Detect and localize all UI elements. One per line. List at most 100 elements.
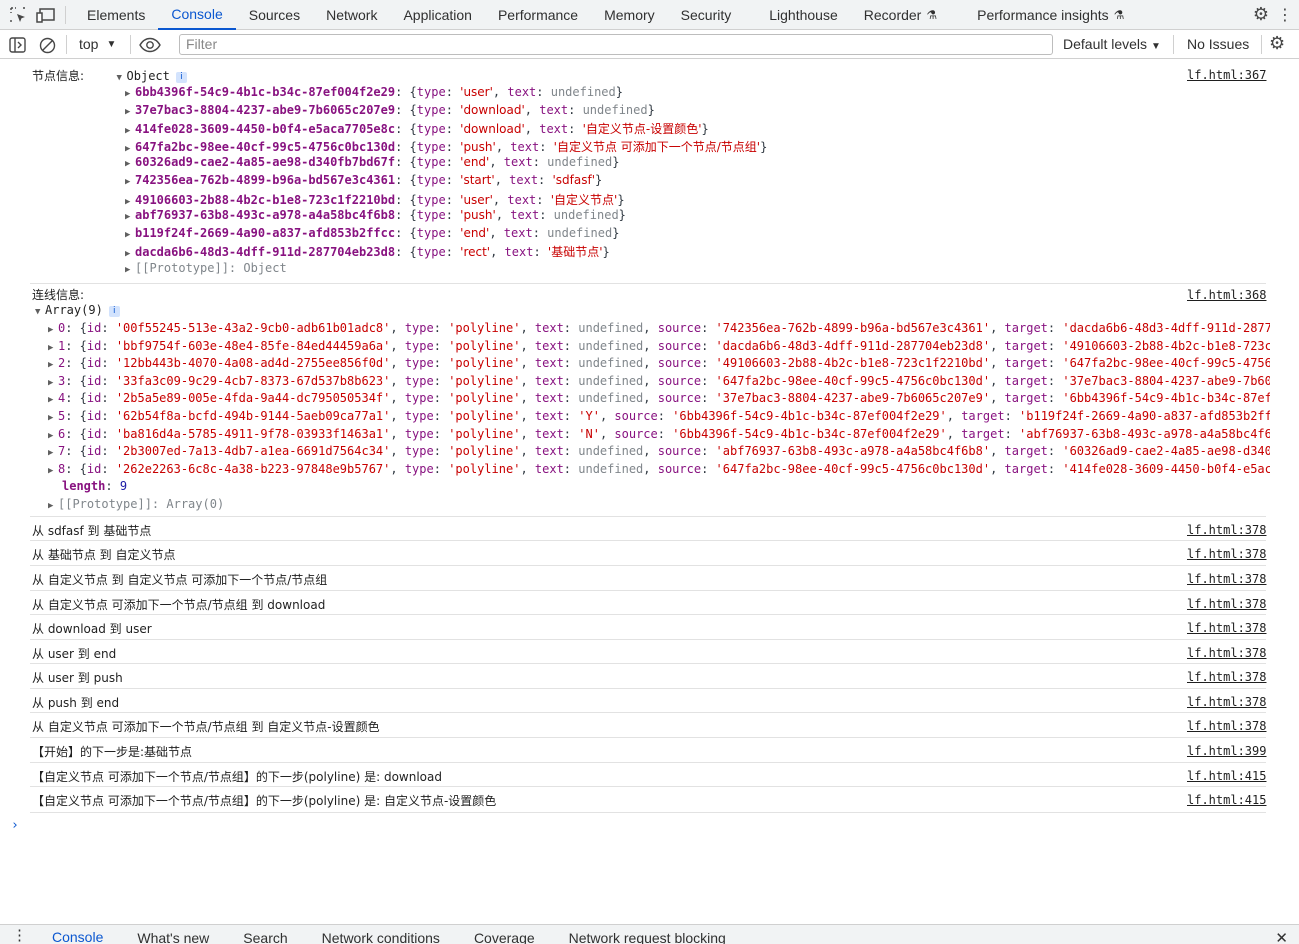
log-levels-dropdown[interactable]: Default levels ▼	[1063, 36, 1161, 52]
node-row[interactable]: ▶ 37e7bac3-8804-4237-abe9-7b6065c207e9: {…	[125, 103, 655, 121]
node-row[interactable]: ▶ abf76937-63b8-493c-a978-a4a58bc4f6b8: {…	[125, 208, 626, 226]
node-row[interactable]: ▶ 6bb4396f-54c9-4b1c-b34c-87ef004f2e29: {…	[125, 85, 623, 103]
more-options-icon[interactable]: ⋮	[1277, 5, 1293, 24]
gear-icon[interactable]: ⚙	[1253, 4, 1269, 25]
expand-triangle-icon[interactable]: ▶	[48, 501, 58, 511]
drawer-tab-network-request-blocking[interactable]: Network request blocking	[552, 925, 743, 944]
node-text: '自定义节点-设置颜色'	[582, 122, 702, 137]
tab-lighthouse[interactable]: Lighthouse	[756, 0, 851, 30]
expand-triangle-icon[interactable]: ▶	[125, 159, 135, 169]
source-link[interactable]: lf.html:367	[1187, 68, 1266, 82]
edge-source: '6bb4396f-54c9-4b1c-b34c-87ef004f2e29'	[672, 426, 947, 441]
device-toolbar-icon[interactable]	[35, 4, 57, 26]
drawer-menu-icon[interactable]: ⋮	[12, 926, 27, 944]
tab-sources[interactable]: Sources	[236, 0, 313, 30]
inspect-element-icon[interactable]	[7, 4, 29, 26]
log-message: 从 基础节点 到 自定义节点	[32, 546, 175, 564]
clear-console-icon[interactable]	[39, 34, 56, 56]
drawer-tab-network-conditions[interactable]: Network conditions	[305, 925, 457, 944]
expand-triangle-icon[interactable]: ▶	[48, 395, 58, 405]
node-id: abf76937-63b8-493c-a978-a4a58bc4f6b8	[135, 208, 396, 223]
expand-triangle-icon[interactable]: ▶	[125, 212, 135, 222]
node-row[interactable]: ▶ 49106603-2b88-4b2c-b1e8-723c1f2210bd: {…	[125, 191, 625, 209]
expand-triangle-icon[interactable]: ▶	[125, 89, 135, 99]
node-row[interactable]: ▶ 742356ea-762b-4899-b96a-bd567e3c4361: {…	[125, 173, 602, 191]
tab-memory[interactable]: Memory	[591, 0, 668, 30]
console-prompt-chevron-icon[interactable]: ›	[11, 818, 19, 833]
source-link[interactable]: lf.html:378	[1187, 670, 1266, 684]
tab-console[interactable]: Console	[158, 0, 236, 30]
tab-network[interactable]: Network	[313, 0, 390, 30]
tab-performance[interactable]: Performance	[485, 0, 591, 30]
console-settings-gear-icon[interactable]: ⚙	[1269, 33, 1285, 54]
expand-triangle-icon[interactable]: ▶	[125, 265, 135, 275]
expand-triangle-icon[interactable]: ▶	[48, 448, 58, 458]
edge-source: '49106603-2b88-4b2c-b1e8-723c1f2210bd'	[715, 356, 991, 371]
expand-triangle-icon[interactable]: ▶	[48, 431, 58, 441]
edge-row[interactable]: ▶ 5: {id: '62b54f8a-bcfd-494b-9144-5aeb09…	[48, 409, 1270, 427]
expand-triangle-icon[interactable]: ▶	[125, 126, 135, 136]
source-link[interactable]: lf.html:415	[1187, 793, 1266, 807]
source-link[interactable]: lf.html:378	[1187, 572, 1266, 586]
drawer-tab-search[interactable]: Search	[226, 925, 304, 944]
edge-row[interactable]: ▶ 2: {id: '12bb443b-4070-4a08-ad4d-2755ee…	[48, 356, 1270, 374]
close-icon[interactable]: ✕	[1275, 929, 1288, 944]
edge-type: 'polyline'	[448, 373, 521, 388]
source-link[interactable]: lf.html:378	[1187, 547, 1266, 561]
prototype-row[interactable]: ▶ [[Prototype]]: Array(0)	[48, 497, 224, 515]
expand-triangle-icon[interactable]: ▶	[125, 144, 135, 154]
object-preview[interactable]: Object	[127, 69, 170, 83]
filter-input[interactable]: Filter	[179, 34, 1053, 55]
source-link[interactable]: lf.html:378	[1187, 597, 1266, 611]
sidebar-toggle-icon[interactable]	[9, 34, 26, 56]
edge-row[interactable]: ▶ 4: {id: '2b5a5e89-005e-4fda-9a44-dc7950…	[48, 391, 1270, 409]
source-link[interactable]: lf.html:378	[1187, 646, 1266, 660]
expand-triangle-icon[interactable]: ▶	[48, 360, 58, 370]
node-row[interactable]: ▶ 647fa2bc-98ee-40cf-99c5-4756c0bc130d: {…	[125, 138, 767, 156]
source-link[interactable]: lf.html:378	[1187, 523, 1266, 537]
edge-row[interactable]: ▶ 7: {id: '2b3007ed-7a13-4db7-a1ea-6691d7…	[48, 444, 1270, 462]
drawer-tab-coverage[interactable]: Coverage	[457, 925, 552, 944]
expand-triangle-icon[interactable]: ▶	[125, 230, 135, 240]
source-link[interactable]: lf.html:368	[1187, 288, 1266, 302]
edge-id: '33fa3c09-9c29-4cb7-8373-67d537b8b623'	[115, 373, 391, 388]
expand-triangle-icon[interactable]: ▶	[125, 177, 135, 187]
expand-triangle-icon[interactable]: ▼	[35, 307, 45, 317]
edge-row[interactable]: ▶ 6: {id: 'ba816d4a-5785-4911-9f78-03933f…	[48, 427, 1270, 445]
edge-row[interactable]: ▶ 1: {id: 'bbf9754f-603e-48e4-85fe-84ed44…	[48, 339, 1270, 357]
source-link[interactable]: lf.html:415	[1187, 769, 1266, 783]
source-link[interactable]: lf.html:378	[1187, 621, 1266, 635]
tab-recorder[interactable]: Recorder ⚗	[851, 0, 950, 30]
prototype-row[interactable]: ▶ [[Prototype]]: Object	[125, 261, 287, 279]
expand-triangle-icon[interactable]: ▶	[125, 197, 135, 207]
node-row[interactable]: ▶ 60326ad9-cae2-4a85-ae98-d340fb7bd67f: {…	[125, 155, 619, 173]
tab-elements[interactable]: Elements	[74, 0, 158, 30]
expand-triangle-icon[interactable]: ▶	[48, 343, 58, 353]
punctuation: ,	[390, 426, 405, 441]
expand-triangle-icon[interactable]: ▶	[48, 413, 58, 423]
expand-triangle-icon[interactable]: ▶	[48, 325, 58, 335]
edge-row[interactable]: ▶ 0: {id: '00f55245-513e-43a2-9cb0-adb61b…	[48, 321, 1270, 339]
expand-triangle-icon[interactable]: ▶	[48, 466, 58, 476]
expand-triangle-icon[interactable]: ▼	[117, 73, 127, 83]
edge-row[interactable]: ▶ 3: {id: '33fa3c09-9c29-4cb7-8373-67d537…	[48, 374, 1270, 392]
node-row[interactable]: ▶ b119f24f-2669-4a90-a837-afd853b2ffcc: {…	[125, 226, 619, 244]
source-link[interactable]: lf.html:399	[1187, 744, 1266, 758]
tab-security[interactable]: Security	[668, 0, 745, 30]
expand-triangle-icon[interactable]: ▶	[125, 107, 135, 117]
source-link[interactable]: lf.html:378	[1187, 695, 1266, 709]
context-selector[interactable]: top ▼	[79, 36, 116, 52]
drawer-tab-whats-new[interactable]: What's new	[120, 925, 226, 944]
source-link[interactable]: lf.html:378	[1187, 719, 1266, 733]
node-row[interactable]: ▶ 414fe028-3609-4450-b0f4-e5aca7705e8c: {…	[125, 120, 709, 138]
tab-performance-insights[interactable]: Performance insights ⚗	[964, 0, 1137, 30]
drawer-tab-console[interactable]: Console	[35, 925, 120, 944]
eye-icon[interactable]	[139, 34, 161, 56]
array-header[interactable]: ▼ Array(9) i	[35, 303, 120, 321]
node-row[interactable]: ▶ dacda6b6-48d3-4dff-911d-287704eb23d8: {…	[125, 243, 610, 261]
tab-application[interactable]: Application	[390, 0, 485, 30]
issues-button[interactable]: No Issues	[1187, 36, 1249, 52]
edge-row[interactable]: ▶ 8: {id: '262e2263-6c8c-4a38-b223-97848e…	[48, 462, 1270, 480]
expand-triangle-icon[interactable]: ▶	[48, 378, 58, 388]
expand-triangle-icon[interactable]: ▶	[125, 249, 135, 259]
